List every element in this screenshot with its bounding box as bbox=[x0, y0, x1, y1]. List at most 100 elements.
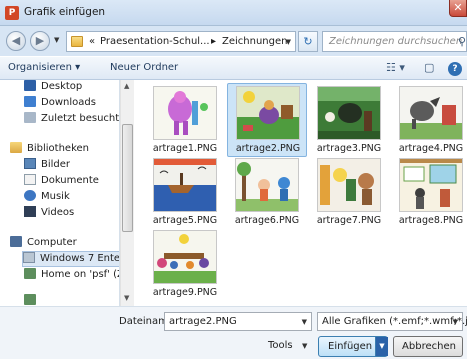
videos-icon bbox=[24, 206, 36, 217]
title-bar: P Grafik einfügen ✕ bbox=[0, 0, 467, 26]
nav-label: Desktop bbox=[41, 81, 83, 92]
thumbnail-image bbox=[236, 86, 300, 140]
file-item-artrage9[interactable]: artrage9.PNG bbox=[145, 228, 225, 302]
powerpoint-app-icon: P bbox=[5, 6, 19, 20]
recent-places-icon bbox=[24, 112, 36, 123]
file-name: artrage9.PNG bbox=[152, 287, 218, 298]
forward-button[interactable]: ▶ bbox=[30, 31, 50, 51]
network-icon bbox=[24, 294, 36, 305]
navigation-scrollbar[interactable]: ▲ ▼ bbox=[120, 80, 134, 306]
drawing-thumbnail bbox=[318, 87, 380, 139]
help-icon[interactable]: ? bbox=[448, 62, 462, 76]
window-title: Grafik einfügen bbox=[24, 6, 106, 18]
drawing-thumbnail bbox=[400, 159, 462, 211]
file-item-artrage7[interactable]: artrage7.PNG bbox=[309, 156, 389, 230]
computer-icon bbox=[10, 236, 22, 247]
nav-label: Dokumente bbox=[41, 175, 99, 186]
search-input[interactable]: Zeichnungen durchsuchen ⚲ bbox=[322, 31, 467, 52]
nav-label: Bibliotheken bbox=[27, 143, 89, 154]
nav-network-partial[interactable] bbox=[24, 294, 41, 306]
file-name: artrage6.PNG bbox=[234, 215, 300, 226]
drawing-thumbnail bbox=[154, 87, 216, 139]
nav-desktop[interactable]: Desktop bbox=[24, 80, 82, 96]
insert-button[interactable]: Einfügen ▼ bbox=[318, 336, 388, 357]
nav-label: Musik bbox=[41, 191, 70, 202]
filename-dropdown-arrow[interactable]: ▼ bbox=[302, 318, 307, 326]
network-drive-icon bbox=[24, 268, 36, 279]
organize-menu[interactable]: Organisieren ▾ bbox=[8, 62, 80, 73]
filename-value[interactable]: artrage2.PNG bbox=[169, 316, 237, 327]
nav-computer[interactable]: Computer bbox=[10, 236, 77, 252]
search-icon[interactable]: ⚲ bbox=[458, 35, 466, 48]
navigation-pane: Desktop Downloads Zuletzt besucht Biblio… bbox=[0, 80, 120, 306]
desktop-icon bbox=[24, 80, 36, 91]
tools-dropdown-arrow[interactable]: ▼ bbox=[302, 342, 307, 350]
insert-options-dropdown[interactable]: ▼ bbox=[375, 337, 388, 356]
dialog-footer: Dateiname: artrage2.PNG ▼ Alle Grafiken … bbox=[0, 306, 467, 359]
drive-icon bbox=[23, 252, 35, 263]
drawing-thumbnail bbox=[237, 87, 299, 139]
filename-input[interactable]: artrage2.PNG ▼ bbox=[164, 312, 312, 331]
music-icon bbox=[24, 190, 36, 201]
nav-bilder[interactable]: Bilder bbox=[24, 158, 70, 174]
nav-label: Home on 'psf' (Z bbox=[41, 269, 120, 280]
scroll-up-arrow[interactable]: ▲ bbox=[124, 82, 129, 90]
thumbnail-image bbox=[153, 158, 217, 212]
tools-menu[interactable]: Tools bbox=[268, 340, 293, 351]
file-name: artrage3.PNG bbox=[316, 143, 382, 154]
nav-libraries[interactable]: Bibliotheken bbox=[10, 142, 89, 158]
file-item-artrage3[interactable]: artrage3.PNG bbox=[309, 84, 389, 158]
close-button[interactable]: ✕ bbox=[449, 0, 467, 17]
nav-label: Computer bbox=[27, 237, 77, 248]
nav-downloads[interactable]: Downloads bbox=[24, 96, 96, 112]
file-item-artrage2[interactable]: artrage2.PNG bbox=[227, 83, 307, 157]
downloads-icon bbox=[24, 96, 36, 107]
nav-videos[interactable]: Videos bbox=[24, 206, 74, 222]
nav-drive-windows7[interactable]: Windows 7 Enter bbox=[22, 251, 120, 267]
drawing-thumbnail bbox=[154, 159, 216, 211]
preview-pane-icon[interactable]: ▢ bbox=[424, 61, 434, 74]
file-name: artrage8.PNG bbox=[398, 215, 464, 226]
file-item-artrage1[interactable]: artrage1.PNG bbox=[145, 84, 225, 158]
file-item-artrage4[interactable]: artrage4.PNG bbox=[391, 84, 467, 158]
file-item-artrage6[interactable]: artrage6.PNG bbox=[227, 156, 307, 230]
scroll-down-arrow[interactable]: ▼ bbox=[124, 294, 129, 302]
recent-locations-dropdown[interactable]: ▼ bbox=[54, 36, 59, 44]
nav-recent[interactable]: Zuletzt besucht bbox=[24, 112, 119, 128]
view-options-icon[interactable]: ☷ ▾ bbox=[386, 61, 405, 74]
nav-label: Windows 7 Enter bbox=[40, 253, 120, 264]
nav-drive-home-psf[interactable]: Home on 'psf' (Z bbox=[24, 268, 120, 284]
breadcrumb-praesentation[interactable]: Praesentation-Schul... bbox=[100, 36, 210, 47]
drawing-thumbnail bbox=[400, 87, 462, 139]
filetype-value: Alle Grafiken (*.emf;*.wmf;*.jpg bbox=[322, 316, 467, 327]
thumbnail-image bbox=[399, 86, 463, 140]
documents-icon bbox=[24, 174, 36, 185]
new-folder-button[interactable]: Neuer Ordner bbox=[110, 62, 178, 73]
insert-button-label: Einfügen bbox=[328, 341, 373, 352]
nav-label: Downloads bbox=[41, 97, 96, 108]
file-item-artrage8[interactable]: artrage8.PNG bbox=[391, 156, 467, 230]
filetype-dropdown-arrow[interactable]: ▼ bbox=[453, 318, 458, 326]
nav-label: Zuletzt besucht bbox=[41, 113, 120, 124]
thumbnail-image bbox=[153, 86, 217, 140]
address-bar[interactable]: « Praesentation-Schul... ▸ Zeichnungen ▼ bbox=[66, 31, 296, 52]
breadcrumb-zeichnungen[interactable]: Zeichnungen bbox=[222, 36, 287, 47]
thumbnail-image bbox=[153, 230, 217, 284]
thumbnail-image bbox=[317, 86, 381, 140]
filetype-select[interactable]: Alle Grafiken (*.emf;*.wmf;*.jpg ▼ bbox=[317, 312, 467, 331]
refresh-button[interactable]: ↻ bbox=[298, 31, 318, 52]
scroll-thumb[interactable] bbox=[122, 124, 133, 232]
nav-musik[interactable]: Musik bbox=[24, 190, 70, 206]
file-list: artrage1.PNG artrage2.PNG artrage3.PNG a… bbox=[135, 80, 467, 306]
back-button[interactable]: ◀ bbox=[6, 31, 26, 51]
breadcrumb-overflow[interactable]: « bbox=[89, 36, 95, 47]
address-dropdown-arrow[interactable]: ▼ bbox=[286, 38, 291, 46]
cancel-button[interactable]: Abbrechen bbox=[393, 336, 463, 357]
breadcrumb-separator[interactable]: ▸ bbox=[211, 36, 216, 47]
toolbar: Organisieren ▾ Neuer Ordner ☷ ▾ ▢ ? bbox=[0, 56, 467, 80]
search-placeholder: Zeichnungen durchsuchen bbox=[329, 36, 463, 47]
nav-label: Bilder bbox=[41, 159, 71, 170]
file-item-artrage5[interactable]: artrage5.PNG bbox=[145, 156, 225, 230]
nav-dokumente[interactable]: Dokumente bbox=[24, 174, 99, 190]
cancel-button-label: Abbrechen bbox=[402, 341, 456, 352]
